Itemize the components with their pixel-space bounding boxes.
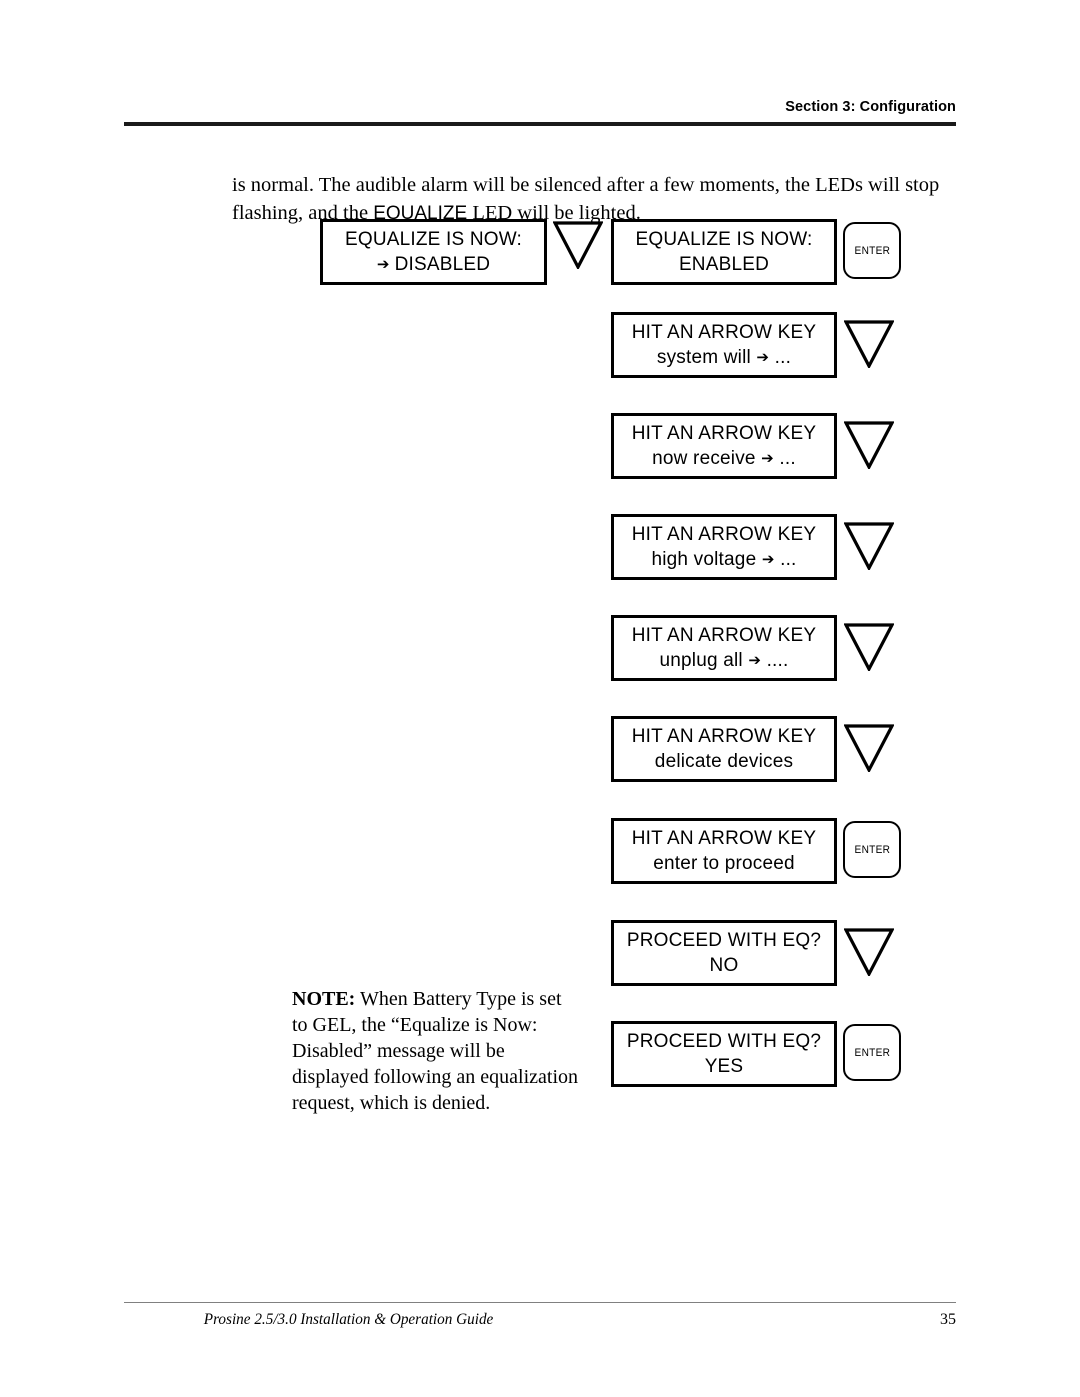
page-footer: Prosine 2.5/3.0 Installation & Operation… — [124, 1302, 956, 1329]
lcd-line-2: system will ➔ ... — [656, 347, 792, 368]
lcd-line-2: ➔ DISABLED — [376, 254, 491, 275]
footer-guide-title: Prosine 2.5/3.0 Installation & Operation… — [203, 1311, 494, 1328]
lcd-line-1: HIT AN ARROW KEY — [631, 423, 817, 444]
enter-key-label: ENTER — [854, 244, 890, 257]
enter-key-label: ENTER — [854, 843, 890, 856]
lcd-line-1: PROCEED WITH EQ? — [626, 930, 822, 951]
lcd-line-2: delicate devices — [654, 751, 794, 772]
lcd-display-equalize-enabled: EQUALIZE IS NOW: ENABLED — [611, 219, 837, 285]
down-arrow-key-icon[interactable] — [553, 221, 603, 269]
lcd-display-hit-arrow-system-will: HIT AN ARROW KEY system will ➔ ... — [611, 312, 837, 378]
note-label: NOTE: — [292, 988, 356, 1010]
lcd-line-1: HIT AN ARROW KEY — [631, 828, 817, 849]
lcd-line-1: HIT AN ARROW KEY — [631, 625, 817, 646]
down-arrow-key-icon[interactable] — [844, 421, 894, 469]
footer-rule — [124, 1302, 956, 1303]
lcd-line-1: EQUALIZE IS NOW: — [635, 229, 813, 250]
lcd-line-1: HIT AN ARROW KEY — [631, 524, 817, 545]
right-arrow-icon: ➔ — [748, 651, 762, 669]
lcd-display-proceed-with-eq-no: PROCEED WITH EQ? NO — [611, 920, 837, 986]
down-arrow-key-icon[interactable] — [844, 928, 894, 976]
enter-key-button[interactable]: ENTER — [843, 821, 901, 878]
note-block: NOTE: When Battery Type is set to GEL, t… — [292, 986, 582, 1116]
right-arrow-icon: ➔ — [756, 348, 770, 366]
enter-key-button[interactable]: ENTER — [843, 222, 901, 279]
lcd-display-hit-arrow-delicate-devices: HIT AN ARROW KEY delicate devices — [611, 716, 837, 782]
lcd-line-2: now receive ➔ ... — [652, 448, 796, 469]
equalization-flow-diagram: EQUALIZE IS NOW: ➔ DISABLED EQUALIZE IS NO… — [0, 0, 1080, 1397]
right-arrow-icon: ➔ — [376, 255, 395, 273]
footer-row: Prosine 2.5/3.0 Installation & Operation… — [124, 1311, 956, 1329]
lcd-line-1: HIT AN ARROW KEY — [631, 322, 817, 343]
down-arrow-key-icon[interactable] — [844, 623, 894, 671]
lcd-line-2: enter to proceed — [653, 853, 795, 874]
lcd-line-2: NO — [709, 955, 739, 976]
lcd-line-1: PROCEED WITH EQ? — [626, 1031, 822, 1052]
lcd-line-2: high voltage ➔ ... — [651, 549, 797, 570]
lcd-display-hit-arrow-high-voltage: HIT AN ARROW KEY high voltage ➔ ... — [611, 514, 837, 580]
lcd-line-2: YES — [704, 1056, 744, 1077]
lcd-line-2: ENABLED — [678, 254, 770, 275]
right-arrow-icon: ➔ — [761, 550, 775, 568]
right-arrow-icon: ➔ — [761, 449, 774, 467]
lcd-display-hit-arrow-unplug-all: HIT AN ARROW KEY unplug all ➔ .... — [611, 615, 837, 681]
lcd-line-1: HIT AN ARROW KEY — [631, 726, 817, 747]
lcd-line-2: unplug all ➔ .... — [659, 650, 789, 671]
lcd-display-equalize-disabled: EQUALIZE IS NOW: ➔ DISABLED — [320, 219, 547, 285]
enter-key-button[interactable]: ENTER — [843, 1024, 901, 1081]
down-arrow-key-icon[interactable] — [844, 522, 894, 570]
lcd-display-proceed-with-eq-yes: PROCEED WITH EQ? YES — [611, 1021, 837, 1087]
down-arrow-key-icon[interactable] — [844, 724, 894, 772]
lcd-line-1: EQUALIZE IS NOW: — [344, 229, 523, 250]
enter-key-label: ENTER — [854, 1046, 890, 1059]
footer-page-number: 35 — [940, 1311, 956, 1328]
lcd-display-hit-arrow-now-receive: HIT AN ARROW KEY now receive ➔ ... — [611, 413, 837, 479]
lcd-display-hit-arrow-enter-to-proceed: HIT AN ARROW KEY enter to proceed — [611, 818, 837, 884]
down-arrow-key-icon[interactable] — [844, 320, 894, 368]
